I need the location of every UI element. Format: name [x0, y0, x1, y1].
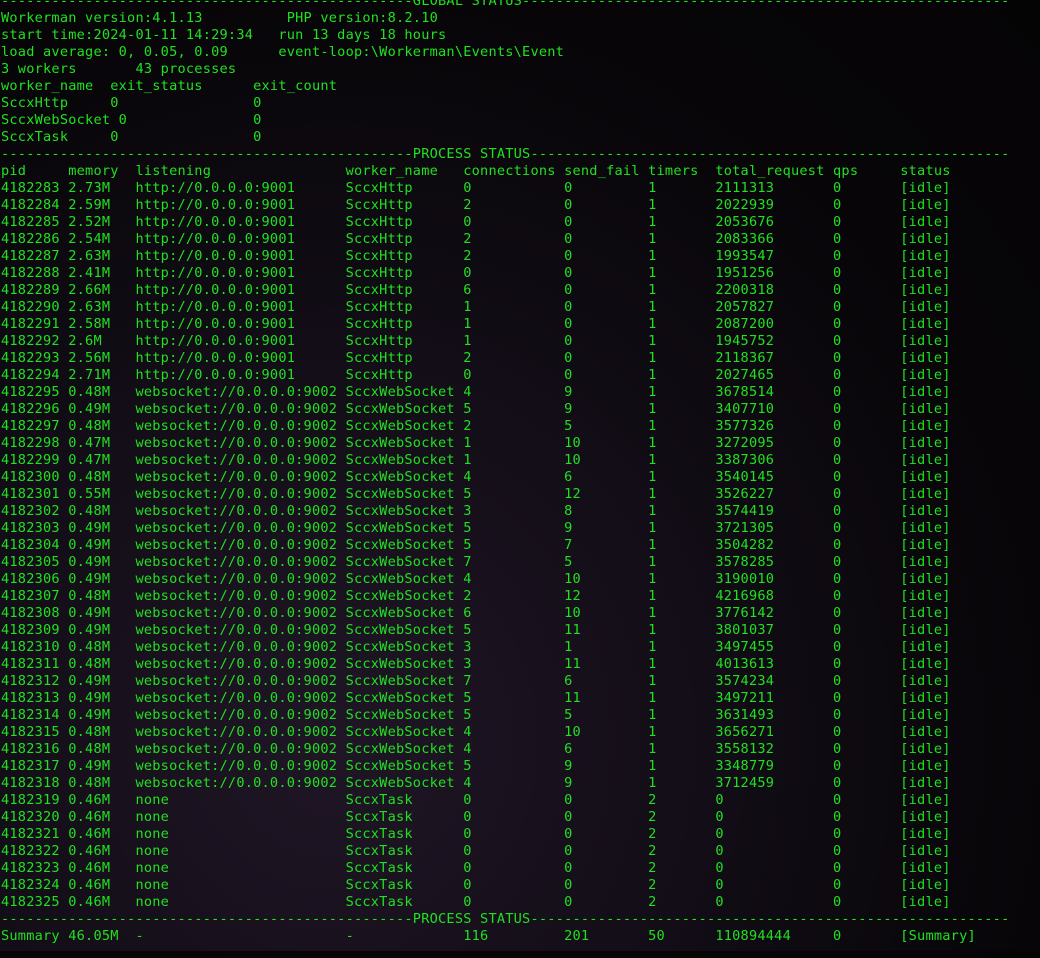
terminal-line: 4182325 0.46M none SccxTask 0 0 2 0 0 [i…: [1, 894, 951, 910]
terminal-line: start time:2024-01-11 14:29:34 run 13 da…: [1, 27, 447, 43]
terminal-line: 4182301 0.55M websocket://0.0.0.0:9002 S…: [1, 486, 951, 502]
terminal-line: 4182311 0.48M websocket://0.0.0.0:9002 S…: [1, 656, 951, 672]
terminal-line: 4182294 2.71M http://0.0.0.0:9001 SccxHt…: [1, 367, 951, 383]
terminal-line: 4182291 2.58M http://0.0.0.0:9001 SccxHt…: [1, 316, 951, 332]
terminal-line: SccxHttp 0 0: [1, 95, 262, 111]
terminal-output[interactable]: ----------------------------------------…: [0, 0, 1040, 951]
terminal-line: 4182319 0.46M none SccxTask 0 0 2 0 0 [i…: [1, 792, 951, 808]
terminal-line: SccxTask 0 0: [1, 129, 262, 145]
terminal-line: 4182290 2.63M http://0.0.0.0:9001 SccxHt…: [1, 299, 951, 315]
terminal-line: 4182292 2.6M http://0.0.0.0:9001 SccxHtt…: [1, 333, 951, 349]
terminal-line: 4182303 0.49M websocket://0.0.0.0:9002 S…: [1, 520, 951, 536]
terminal-line: 4182320 0.46M none SccxTask 0 0 2 0 0 [i…: [1, 809, 951, 825]
terminal-line: 4182286 2.54M http://0.0.0.0:9001 SccxHt…: [1, 231, 951, 247]
terminal-line: 3 workers 43 processes: [1, 61, 237, 77]
terminal-line: 4182313 0.49M websocket://0.0.0.0:9002 S…: [1, 690, 951, 706]
terminal-line: load average: 0, 0.05, 0.09 event-loop:\…: [1, 44, 565, 60]
terminal-line: 4182297 0.48M websocket://0.0.0.0:9002 S…: [1, 418, 951, 434]
terminal-line: 4182307 0.48M websocket://0.0.0.0:9002 S…: [1, 588, 951, 604]
terminal-line: 4182302 0.48M websocket://0.0.0.0:9002 S…: [1, 503, 951, 519]
terminal-line: worker_name exit_status exit_count: [1, 78, 338, 94]
terminal-line: 4182310 0.48M websocket://0.0.0.0:9002 S…: [1, 639, 951, 655]
terminal-line: 4182323 0.46M none SccxTask 0 0 2 0 0 [i…: [1, 860, 951, 876]
terminal-line: 4182285 2.52M http://0.0.0.0:9001 SccxHt…: [1, 214, 951, 230]
terminal-line: 4182305 0.49M websocket://0.0.0.0:9002 S…: [1, 554, 951, 570]
terminal-line: 4182284 2.59M http://0.0.0.0:9001 SccxHt…: [1, 197, 951, 213]
terminal-line: ----------------------------------------…: [1, 0, 1010, 9]
terminal-line: pid memory listening worker_name connect…: [1, 163, 951, 179]
terminal-line: ----------------------------------------…: [1, 911, 1010, 927]
terminal-line: 4182316 0.48M websocket://0.0.0.0:9002 S…: [1, 741, 951, 757]
terminal-line: 4182289 2.66M http://0.0.0.0:9001 SccxHt…: [1, 282, 951, 298]
terminal-line: 4182322 0.46M none SccxTask 0 0 2 0 0 [i…: [1, 843, 951, 859]
terminal-line: 4182293 2.56M http://0.0.0.0:9001 SccxHt…: [1, 350, 951, 366]
terminal-line: 4182312 0.49M websocket://0.0.0.0:9002 S…: [1, 673, 951, 689]
terminal-line: 4182283 2.73M http://0.0.0.0:9001 SccxHt…: [1, 180, 951, 196]
terminal-line: 4182321 0.46M none SccxTask 0 0 2 0 0 [i…: [1, 826, 951, 842]
terminal-line: 4182287 2.63M http://0.0.0.0:9001 SccxHt…: [1, 248, 951, 264]
terminal-line: 4182296 0.49M websocket://0.0.0.0:9002 S…: [1, 401, 951, 417]
terminal-line: 4182304 0.49M websocket://0.0.0.0:9002 S…: [1, 537, 951, 553]
terminal-line: 4182309 0.49M websocket://0.0.0.0:9002 S…: [1, 622, 951, 638]
terminal-line: SccxWebSocket 0 0: [1, 112, 262, 128]
terminal-line: 4182314 0.49M websocket://0.0.0.0:9002 S…: [1, 707, 951, 723]
terminal-line: 4182308 0.49M websocket://0.0.0.0:9002 S…: [1, 605, 951, 621]
terminal-line: 4182288 2.41M http://0.0.0.0:9001 SccxHt…: [1, 265, 951, 281]
terminal-line: 4182315 0.48M websocket://0.0.0.0:9002 S…: [1, 724, 951, 740]
terminal-line: ----------------------------------------…: [1, 146, 1010, 162]
terminal-line: 4182298 0.47M websocket://0.0.0.0:9002 S…: [1, 435, 951, 451]
terminal-line: 4182295 0.48M websocket://0.0.0.0:9002 S…: [1, 384, 951, 400]
terminal-line: 4182300 0.48M websocket://0.0.0.0:9002 S…: [1, 469, 951, 485]
terminal-line: 4182317 0.49M websocket://0.0.0.0:9002 S…: [1, 758, 951, 774]
terminal-line: Workerman version:4.1.13 PHP version:8.2…: [1, 10, 439, 26]
terminal-line: 4182318 0.48M websocket://0.0.0.0:9002 S…: [1, 775, 951, 791]
terminal-line: Summary 46.05M - - 116 201 50 110894444 …: [1, 928, 976, 944]
terminal-line: 4182299 0.47M websocket://0.0.0.0:9002 S…: [1, 452, 951, 468]
terminal-line: 4182306 0.49M websocket://0.0.0.0:9002 S…: [1, 571, 951, 587]
terminal-line: 4182324 0.46M none SccxTask 0 0 2 0 0 [i…: [1, 877, 951, 893]
